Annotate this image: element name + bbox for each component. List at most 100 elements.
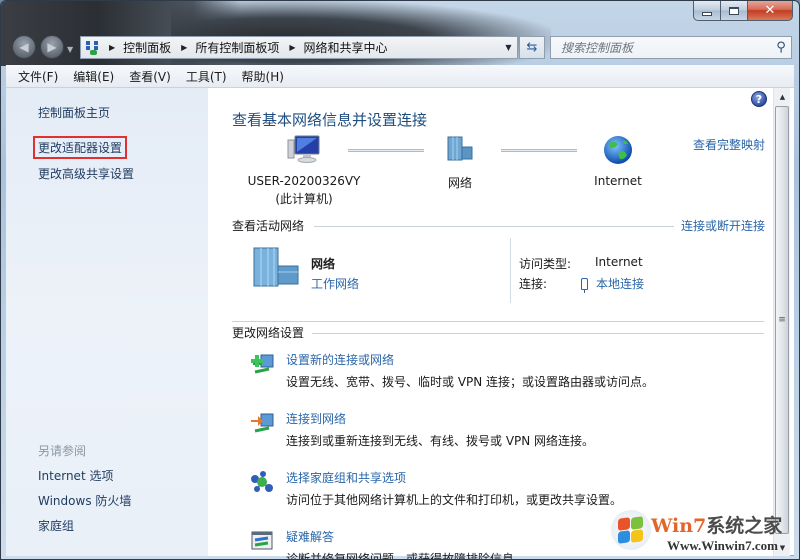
maximize-button[interactable] <box>721 1 748 21</box>
maximize-icon <box>729 6 739 15</box>
watermark: Win7系统之家 Www.Winwin7.com <box>599 506 799 559</box>
scroll-thumb[interactable]: ≡ <box>775 106 789 534</box>
task-description: 访问位于其他网络计算机上的文件和打印机，或更改共享设置。 <box>286 493 623 507</box>
map-node-internet[interactable]: Internet <box>578 134 658 188</box>
new-connection-icon <box>251 354 274 374</box>
menu-view[interactable]: 查看(V) <box>129 68 171 85</box>
computer-name: USER-20200326VY <box>247 174 361 188</box>
access-type-label: 访问类型: <box>519 257 572 271</box>
vertical-scrollbar[interactable]: ▲ ≡ ▼ <box>773 88 790 556</box>
back-button[interactable]: ◀ <box>12 35 36 59</box>
task-description: 设置无线、宽带、拨号、临时或 VPN 连接；或设置路由器或访问点。 <box>286 375 655 389</box>
watermark-brand: Win7系统之家 <box>651 511 782 538</box>
caption-buttons: ✕ <box>693 1 793 21</box>
forward-button[interactable]: ▶ <box>40 35 64 59</box>
menu-help[interactable]: 帮助(H) <box>242 68 284 85</box>
view-full-map-link[interactable]: 查看完整映射 <box>693 136 765 153</box>
homegroup-icon <box>251 471 273 492</box>
sidebar-link-homegroup[interactable]: 家庭组 <box>38 517 74 534</box>
refresh-icon: ⇆ <box>526 40 538 55</box>
map-node-network[interactable]: 网络 <box>430 136 490 191</box>
change-settings-heading: 更改网络设置 <box>232 326 305 340</box>
menu-file[interactable]: 文件(F) <box>18 68 58 85</box>
map-connector-line <box>348 149 424 152</box>
section-divider <box>314 226 674 227</box>
connection-label: 连接: <box>519 277 548 291</box>
connect-network-icon <box>251 413 274 433</box>
main-panel: ? 查看基本网络信息并设置连接 查看完整映射 USER-20200326VY (… <box>208 88 773 559</box>
sidebar-link-advanced-sharing[interactable]: 更改高级共享设置 <box>38 165 134 182</box>
connect-disconnect-link[interactable]: 连接或断开连接 <box>681 217 765 234</box>
sidebar-link-internet-options[interactable]: Internet 选项 <box>38 467 113 484</box>
active-network-name: 网络 <box>311 257 336 271</box>
network-type-link[interactable]: 工作网络 <box>311 275 359 292</box>
control-panel-window: ✕ ◀ ▶ ▼ ▶ 控制面板 ▶ 所有控制面板项 ▶ 网络和共享中心 ▼ ⇆ 搜… <box>0 0 800 560</box>
arrow-right-icon: ▶ <box>47 40 57 54</box>
breadcrumb-item[interactable]: 控制面板 <box>123 39 171 56</box>
breadcrumb-chevron-icon[interactable]: ▶ <box>181 43 187 52</box>
troubleshoot-icon <box>251 531 273 550</box>
address-history-dropdown[interactable]: ▼ <box>500 36 518 59</box>
search-icon[interactable]: ⚲ <box>771 40 791 55</box>
help-icon[interactable]: ? <box>751 91 767 107</box>
ethernet-plug-icon <box>581 277 588 293</box>
menu-bar: 文件(F) 编辑(E) 查看(V) 工具(T) 帮助(H) <box>6 65 794 88</box>
connection-value: 本地连接 <box>596 277 645 291</box>
minimize-button[interactable] <box>693 1 721 21</box>
arrow-left-icon: ◀ <box>19 40 29 54</box>
network-label: 网络 <box>447 176 472 190</box>
breadcrumb-chevron-icon[interactable]: ▶ <box>109 43 115 52</box>
task-description: 连接到或重新连接到无线、有线、拨号或 VPN 网络连接。 <box>286 434 595 448</box>
task-description: 诊断并修复网络问题，或获得故障排除信息。 <box>286 552 527 560</box>
task-title-link[interactable]: 选择家庭组和共享选项 <box>286 469 406 486</box>
computer-icon <box>287 135 320 163</box>
recent-pages-dropdown[interactable]: ▼ <box>67 45 73 54</box>
active-network-icon <box>253 247 299 287</box>
active-networks-heading: 查看活动网络 <box>232 219 305 233</box>
scroll-up-button[interactable]: ▲ <box>774 88 791 105</box>
see-also-heading: 另请参阅 <box>38 444 87 458</box>
map-connector-line <box>501 149 577 152</box>
sidebar: 控制面板主页 更改适配器设置 更改高级共享设置 另请参阅 Internet 选项… <box>6 88 208 556</box>
task-title-link[interactable]: 疑难解答 <box>286 528 334 545</box>
sidebar-link-control-panel-home[interactable]: 控制面板主页 <box>38 104 110 121</box>
page-title: 查看基本网络信息并设置连接 <box>232 111 428 129</box>
address-bar[interactable]: ▶ 控制面板 ▶ 所有控制面板项 ▶ 网络和共享中心 <box>80 36 518 59</box>
menu-edit[interactable]: 编辑(E) <box>73 68 114 85</box>
search-box[interactable]: ⚲ <box>550 36 792 59</box>
network-icon <box>447 136 473 161</box>
internet-label: Internet <box>594 174 642 188</box>
computer-caption: (此计算机) <box>275 192 333 206</box>
section-divider <box>232 321 764 322</box>
navigation-bar: ◀ ▶ ▼ ▶ 控制面板 ▶ 所有控制面板项 ▶ 网络和共享中心 ▼ ⇆ 搜索控… <box>1 33 799 59</box>
chevron-down-icon: ▼ <box>505 43 512 52</box>
watermark-url: Www.Winwin7.com <box>667 538 778 553</box>
sidebar-link-windows-firewall[interactable]: Windows 防火墙 <box>38 492 131 509</box>
windows-logo-icon <box>611 510 651 550</box>
close-icon: ✕ <box>764 3 776 18</box>
globe-icon <box>604 136 632 164</box>
vertical-divider <box>510 238 511 303</box>
control-panel-icon <box>85 40 101 56</box>
sidebar-link-change-adapter-settings[interactable]: 更改适配器设置 <box>32 136 128 159</box>
task-title-link[interactable]: 连接到网络 <box>286 410 346 427</box>
map-node-computer[interactable]: USER-20200326VY (此计算机) <box>244 134 364 207</box>
watermark-brand-latin: Win7 <box>651 515 707 537</box>
local-connection-link[interactable]: 本地连接 <box>581 275 645 293</box>
watermark-brand-cn: 系统之家 <box>706 515 783 537</box>
arrow-up-icon: ▲ <box>779 92 786 101</box>
breadcrumb-item[interactable]: 网络和共享中心 <box>304 39 388 56</box>
grip-icon: ≡ <box>778 315 786 325</box>
breadcrumb-item[interactable]: 所有控制面板项 <box>195 39 279 56</box>
minimize-icon <box>702 11 712 16</box>
search-input[interactable] <box>561 40 771 55</box>
refresh-button[interactable]: ⇆ <box>519 36 545 59</box>
task-title-link[interactable]: 设置新的连接或网络 <box>286 351 394 368</box>
section-divider <box>312 333 764 334</box>
breadcrumb: ▶ 控制面板 ▶ 所有控制面板项 ▶ 网络和共享中心 <box>109 39 398 56</box>
access-type-value: Internet <box>595 255 643 269</box>
breadcrumb-chevron-icon[interactable]: ▶ <box>289 43 295 52</box>
close-button[interactable]: ✕ <box>748 1 793 21</box>
menu-tools[interactable]: 工具(T) <box>186 68 227 85</box>
content-area: 控制面板主页 更改适配器设置 更改高级共享设置 另请参阅 Internet 选项… <box>6 88 794 559</box>
